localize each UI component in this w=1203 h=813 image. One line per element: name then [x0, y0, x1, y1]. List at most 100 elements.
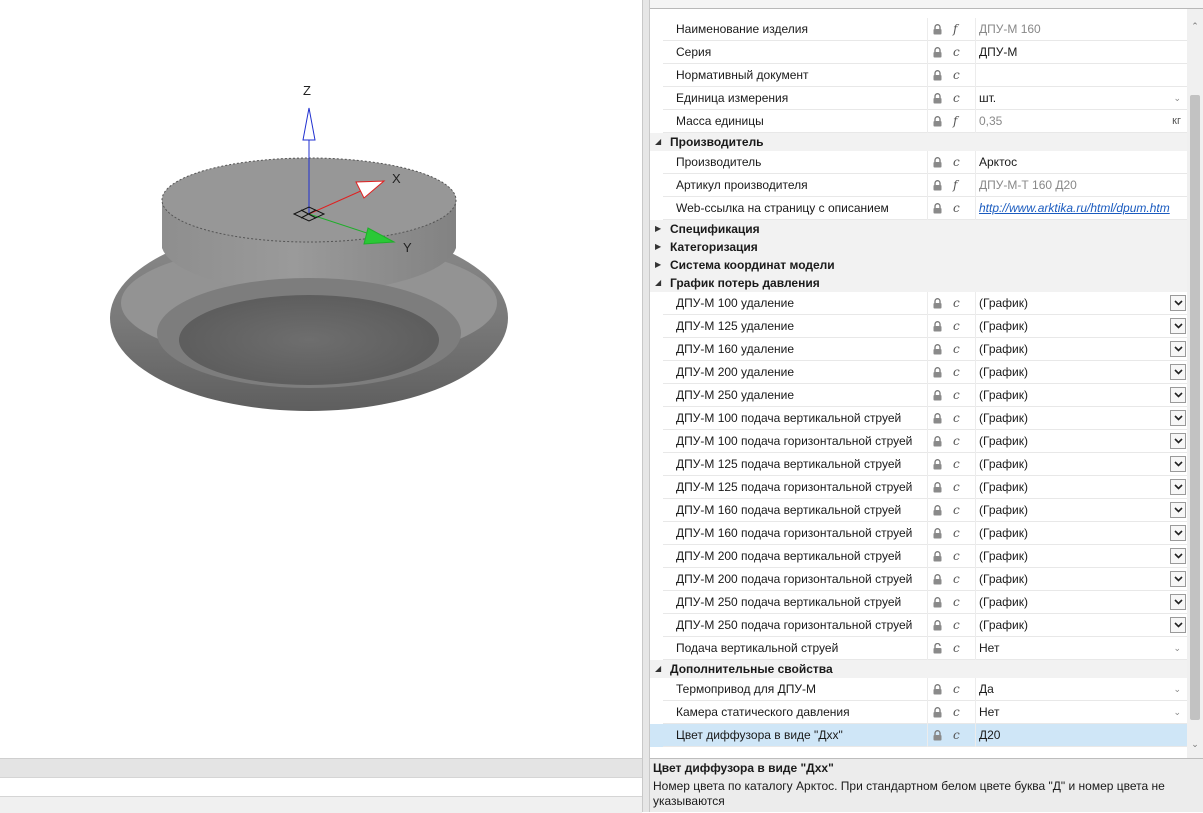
lock-icon[interactable] — [932, 367, 943, 378]
formula-icon[interactable]: f — [953, 174, 957, 197]
constant-icon[interactable]: c — [953, 591, 960, 614]
collapsed-triangle-icon[interactable]: ▶ — [655, 220, 661, 238]
dropdown-button[interactable] — [1170, 525, 1186, 541]
constant-icon[interactable]: c — [953, 315, 960, 338]
unlock-icon[interactable] — [932, 642, 943, 654]
lock-icon[interactable] — [932, 93, 943, 104]
property-row[interactable]: ДПУ-М 250 подача горизонтальной струей c (… — [650, 614, 1187, 637]
dropdown-button[interactable] — [1170, 502, 1186, 518]
property-value[interactable]: (График) — [979, 545, 1028, 568]
property-row[interactable]: Цвет диффузора в виде "Дхх" c Д20 — [650, 724, 1187, 747]
property-row[interactable]: ДПУ-М 125 подача вертикальной струей c (Гр… — [650, 453, 1187, 476]
dropdown-button[interactable] — [1170, 617, 1186, 633]
dropdown-button[interactable] — [1170, 387, 1186, 403]
property-value[interactable]: (График) — [979, 315, 1028, 338]
dropdown-button[interactable] — [1170, 364, 1186, 380]
collapsed-triangle-icon[interactable]: ▶ — [655, 238, 661, 256]
lock-icon[interactable] — [932, 157, 943, 168]
constant-icon[interactable]: c — [953, 361, 960, 384]
lock-icon[interactable] — [932, 574, 943, 585]
property-row[interactable]: Производитель c Арктос — [650, 151, 1187, 174]
property-value[interactable]: (График) — [979, 614, 1028, 637]
property-row[interactable]: ДПУ-М 125 удаление c (График) — [650, 315, 1187, 338]
constant-icon[interactable]: c — [953, 407, 960, 430]
lock-icon[interactable] — [932, 344, 943, 355]
property-value[interactable]: (График) — [979, 430, 1028, 453]
constant-icon[interactable]: c — [953, 430, 960, 453]
property-row[interactable]: ДПУ-М 200 удаление c (График) — [650, 361, 1187, 384]
category-additional[interactable]: ◢ Дополнительные свойства — [650, 660, 1187, 678]
dropdown-button[interactable] — [1170, 433, 1186, 449]
category-manufacturer[interactable]: ◢ Производитель — [650, 133, 1187, 151]
lock-icon[interactable] — [932, 482, 943, 493]
property-row[interactable]: Термопривод для ДПУ-М c Да ⌄ — [650, 678, 1187, 701]
constant-icon[interactable]: c — [953, 41, 960, 64]
property-value[interactable]: (График) — [979, 384, 1028, 407]
constant-icon[interactable]: c — [953, 701, 960, 724]
property-value[interactable]: Нет — [979, 701, 999, 724]
viewport-scrollbar[interactable] — [0, 758, 642, 778]
property-value[interactable]: (График) — [979, 292, 1028, 315]
property-row[interactable]: ДПУ-М 160 удаление c (График) — [650, 338, 1187, 361]
property-row[interactable]: ДПУ-М 100 подача горизонтальной струей c (… — [650, 430, 1187, 453]
constant-icon[interactable]: c — [953, 545, 960, 568]
expanded-triangle-icon[interactable]: ◢ — [655, 660, 661, 678]
formula-icon[interactable]: f — [953, 110, 957, 133]
property-value[interactable]: (График) — [979, 361, 1028, 384]
lock-icon[interactable] — [932, 707, 943, 718]
category-coordinate_system[interactable]: ▶ Система координат модели — [650, 256, 1187, 274]
constant-icon[interactable]: c — [953, 338, 960, 361]
dropdown-button[interactable] — [1170, 456, 1186, 472]
property-value[interactable]: Нет — [979, 637, 999, 660]
formula-icon[interactable]: f — [953, 18, 957, 41]
property-row[interactable]: Единица измерения c шт. ⌄ — [650, 87, 1187, 110]
property-value[interactable]: шт. — [979, 87, 996, 110]
property-value[interactable]: ДПУ-М-Т 160 Д20 — [979, 174, 1077, 197]
property-row[interactable]: ДПУ-М 100 удаление c (График) — [650, 292, 1187, 315]
lock-icon[interactable] — [932, 70, 943, 81]
property-value[interactable]: ДПУ-М — [979, 41, 1017, 64]
scroll-down-icon[interactable]: ⌄ — [1187, 737, 1203, 751]
property-row[interactable]: Камера статического давления c Нет ⌄ — [650, 701, 1187, 724]
constant-icon[interactable]: c — [953, 87, 960, 110]
scroll-up-icon[interactable]: ⌃ — [1187, 19, 1203, 33]
scroll-thumb[interactable] — [1190, 95, 1200, 720]
dropdown-button[interactable] — [1170, 295, 1186, 311]
property-value[interactable]: Да — [979, 678, 994, 701]
lock-icon[interactable] — [932, 24, 943, 35]
lock-icon[interactable] — [932, 180, 943, 191]
expanded-triangle-icon[interactable]: ◢ — [655, 274, 661, 292]
lock-icon[interactable] — [932, 528, 943, 539]
dropdown-button[interactable] — [1170, 479, 1186, 495]
property-value[interactable]: Арктос — [979, 151, 1017, 174]
lock-icon[interactable] — [932, 203, 943, 214]
constant-icon[interactable]: c — [953, 522, 960, 545]
constant-icon[interactable]: c — [953, 151, 960, 174]
lock-icon[interactable] — [932, 321, 943, 332]
constant-icon[interactable]: c — [953, 64, 960, 87]
property-grid-scrollbar[interactable]: ⌃ ⌄ — [1187, 9, 1203, 758]
property-row[interactable]: ДПУ-М 250 удаление c (График) — [650, 384, 1187, 407]
property-row[interactable]: Артикул производителя f ДПУ-М-Т 160 Д20 — [650, 174, 1187, 197]
model-viewport[interactable]: Z X Y — [0, 0, 642, 758]
chevron-down-icon[interactable]: ⌄ — [1173, 702, 1181, 723]
property-value[interactable]: (График) — [979, 407, 1028, 430]
dropdown-button[interactable] — [1170, 341, 1186, 357]
property-row[interactable]: ДПУ-М 200 подача вертикальной струей c (Гр… — [650, 545, 1187, 568]
constant-icon[interactable]: c — [953, 292, 960, 315]
property-value[interactable]: ДПУ-М 160 — [979, 18, 1041, 41]
property-row[interactable]: Web-ссылка на страницу с описанием c http:… — [650, 197, 1187, 220]
property-value[interactable]: (График) — [979, 522, 1028, 545]
lock-icon[interactable] — [932, 505, 943, 516]
category-specification[interactable]: ▶ Спецификация — [650, 220, 1187, 238]
constant-icon[interactable]: c — [953, 637, 960, 660]
chevron-down-icon[interactable]: ⌄ — [1173, 88, 1181, 109]
lock-icon[interactable] — [932, 551, 943, 562]
property-value[interactable]: Д20 — [979, 724, 1000, 747]
dropdown-button[interactable] — [1170, 548, 1186, 564]
expanded-triangle-icon[interactable]: ◢ — [655, 133, 661, 151]
category-pressure_loss[interactable]: ◢ График потерь давления — [650, 274, 1187, 292]
model-canvas[interactable]: Z X Y — [0, 0, 642, 758]
property-row[interactable]: Нормативный документ c — [650, 64, 1187, 87]
lock-icon[interactable] — [932, 620, 943, 631]
